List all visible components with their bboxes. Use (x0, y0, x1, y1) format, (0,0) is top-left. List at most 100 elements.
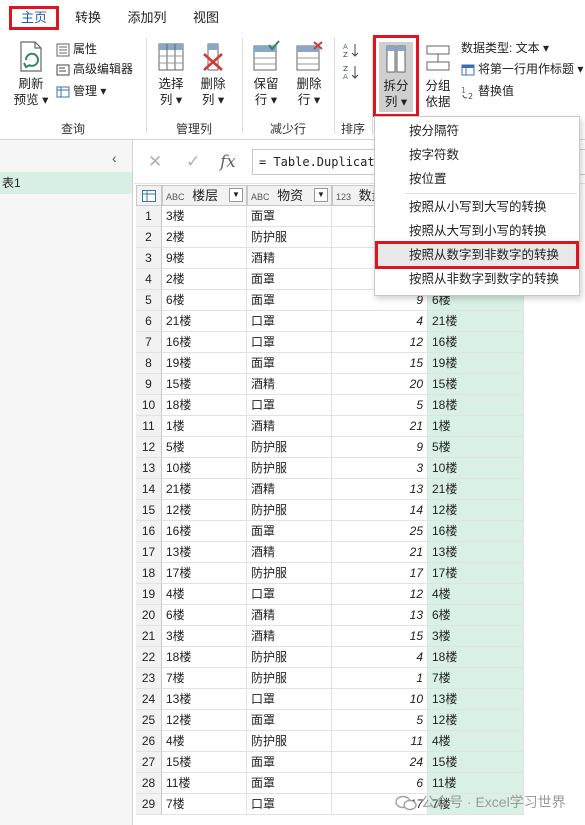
cell-supplies[interactable]: 酒精 (247, 542, 332, 563)
cell-supplies[interactable]: 防护服 (247, 227, 332, 248)
cell-quantity[interactable]: 6 (332, 773, 428, 794)
cell-supplies[interactable]: 酒精 (247, 479, 332, 500)
row-index[interactable]: 2 (136, 227, 162, 248)
cell-duplicate[interactable]: 1楼 (428, 416, 524, 437)
cell-quantity[interactable]: 21 (332, 542, 428, 563)
cell-supplies[interactable]: 面罩 (247, 710, 332, 731)
cell-floor[interactable]: 7楼 (162, 794, 247, 815)
cell-duplicate[interactable]: 12楼 (428, 500, 524, 521)
row-index[interactable]: 12 (136, 437, 162, 458)
cell-floor[interactable]: 4楼 (162, 584, 247, 605)
cell-floor[interactable]: 18楼 (162, 395, 247, 416)
row-index[interactable]: 27 (136, 752, 162, 773)
row-index[interactable]: 18 (136, 563, 162, 584)
check-icon[interactable]: ✓ (186, 152, 200, 172)
cell-supplies[interactable]: 口罩 (247, 332, 332, 353)
close-icon[interactable]: ✕ (148, 152, 162, 172)
cell-floor[interactable]: 21楼 (162, 311, 247, 332)
menu-item-by-delimiter[interactable]: 按分隔符 (375, 120, 579, 142)
properties-button[interactable]: 属性 (56, 40, 97, 58)
cell-quantity[interactable]: 17 (332, 563, 428, 584)
cell-quantity[interactable]: 4 (332, 311, 428, 332)
cell-duplicate[interactable]: 4楼 (428, 584, 524, 605)
cell-duplicate[interactable]: 12楼 (428, 710, 524, 731)
cell-supplies[interactable]: 防护服 (247, 731, 332, 752)
cell-floor[interactable]: 10楼 (162, 458, 247, 479)
row-index[interactable]: 15 (136, 500, 162, 521)
cell-floor[interactable]: 12楼 (162, 710, 247, 731)
cell-supplies[interactable]: 口罩 (247, 584, 332, 605)
tab-view[interactable]: 视图 (188, 6, 224, 30)
cell-quantity[interactable]: 24 (332, 752, 428, 773)
cell-floor[interactable]: 12楼 (162, 500, 247, 521)
cell-floor[interactable]: 3楼 (162, 206, 247, 227)
cell-duplicate[interactable]: 3楼 (428, 626, 524, 647)
cell-quantity[interactable]: 13 (332, 479, 428, 500)
cell-quantity[interactable]: 11 (332, 731, 428, 752)
cell-floor[interactable]: 15楼 (162, 752, 247, 773)
table-options-icon[interactable] (136, 185, 162, 206)
fx-icon[interactable]: fx (220, 152, 236, 172)
cell-quantity[interactable]: 25 (332, 521, 428, 542)
cell-quantity[interactable]: 9 (332, 437, 428, 458)
row-index[interactable]: 22 (136, 647, 162, 668)
cell-floor[interactable]: 2楼 (162, 269, 247, 290)
row-index[interactable]: 6 (136, 311, 162, 332)
cell-floor[interactable]: 18楼 (162, 647, 247, 668)
row-index[interactable]: 24 (136, 689, 162, 710)
cell-floor[interactable]: 6楼 (162, 290, 247, 311)
cell-supplies[interactable]: 口罩 (247, 311, 332, 332)
cell-supplies[interactable]: 面罩 (247, 353, 332, 374)
cell-floor[interactable]: 15楼 (162, 374, 247, 395)
row-index[interactable]: 1 (136, 206, 162, 227)
cell-supplies[interactable]: 酒精 (247, 416, 332, 437)
cell-supplies[interactable]: 防护服 (247, 647, 332, 668)
cell-supplies[interactable]: 防护服 (247, 437, 332, 458)
cell-supplies[interactable]: 防护服 (247, 500, 332, 521)
remove-columns-button[interactable]: 删除 列 ▾ (194, 40, 232, 108)
cell-quantity[interactable]: 13 (332, 605, 428, 626)
filter-dropdown-icon[interactable]: ▼ (229, 188, 243, 202)
cell-floor[interactable]: 19楼 (162, 353, 247, 374)
tab-home[interactable]: 主页 (9, 6, 59, 30)
cell-supplies[interactable]: 防护服 (247, 668, 332, 689)
cell-quantity[interactable]: 4 (332, 647, 428, 668)
cell-quantity[interactable]: 14 (332, 500, 428, 521)
menu-item-upper-to-lower[interactable]: 按照从大写到小写的转换 (375, 220, 579, 242)
cell-floor[interactable]: 11楼 (162, 773, 247, 794)
cell-duplicate[interactable]: 21楼 (428, 311, 524, 332)
cell-duplicate[interactable]: 15楼 (428, 752, 524, 773)
cell-quantity[interactable]: 12 (332, 332, 428, 353)
menu-item-lower-to-upper[interactable]: 按照从小写到大写的转换 (375, 196, 579, 218)
cell-quantity[interactable]: 3 (332, 458, 428, 479)
cell-floor[interactable]: 3楼 (162, 626, 247, 647)
cell-floor[interactable]: 9楼 (162, 248, 247, 269)
row-index[interactable]: 3 (136, 248, 162, 269)
cell-floor[interactable]: 5楼 (162, 437, 247, 458)
cell-quantity[interactable]: 5 (332, 395, 428, 416)
row-index[interactable]: 9 (136, 374, 162, 395)
cell-quantity[interactable]: 1 (332, 668, 428, 689)
replace-values-button[interactable]: 1 2 替换值 (461, 82, 514, 100)
cell-duplicate[interactable]: 13楼 (428, 689, 524, 710)
choose-columns-button[interactable]: 选择 列 ▾ (152, 40, 190, 108)
column-header-floor[interactable]: ABC 楼层 ▼ (162, 185, 247, 206)
cell-quantity[interactable]: 15 (332, 353, 428, 374)
row-index[interactable]: 26 (136, 731, 162, 752)
cell-supplies[interactable]: 面罩 (247, 773, 332, 794)
use-first-row-as-headers-button[interactable]: 将第一行用作标题 ▾ (461, 60, 583, 78)
cell-supplies[interactable]: 口罩 (247, 689, 332, 710)
cell-quantity[interactable]: 12 (332, 584, 428, 605)
cell-supplies[interactable]: 面罩 (247, 206, 332, 227)
cell-duplicate[interactable]: 11楼 (428, 773, 524, 794)
sort-ascending-button[interactable]: AZ (343, 40, 362, 58)
group-by-button[interactable]: 分组 依据 (420, 42, 456, 110)
cell-quantity[interactable]: 21 (332, 416, 428, 437)
cell-duplicate[interactable]: 15楼 (428, 374, 524, 395)
cell-floor[interactable]: 16楼 (162, 332, 247, 353)
cell-floor[interactable]: 16楼 (162, 521, 247, 542)
row-index[interactable]: 10 (136, 395, 162, 416)
cell-floor[interactable]: 13楼 (162, 689, 247, 710)
cell-duplicate[interactable]: 6楼 (428, 605, 524, 626)
cell-supplies[interactable]: 面罩 (247, 521, 332, 542)
